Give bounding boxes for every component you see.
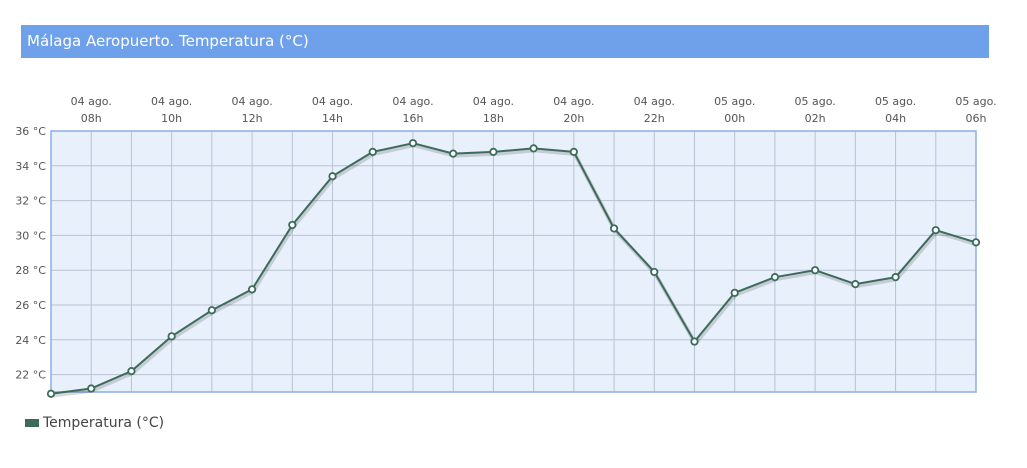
data-point — [609, 224, 619, 233]
x-tick-hour: 14h — [322, 112, 343, 125]
x-tick-date: 04 ago. — [392, 95, 433, 108]
y-tick-label: 34 °C — [15, 160, 46, 173]
x-tick-date: 04 ago. — [634, 95, 675, 108]
temperature-chart: 22 °C 24 °C 26 °C 28 °C 30 °C 32 °C 34 °C 36 °C… — [15, 95, 997, 398]
data-point — [46, 389, 56, 398]
data-point — [368, 147, 377, 156]
x-tick-label: 05 ago. 00h — [714, 95, 755, 125]
x-tick-label: 04 ago. 16h — [392, 95, 433, 125]
y-tick-label: 32 °C — [15, 195, 46, 208]
data-point — [690, 337, 699, 346]
x-tick-label: 05 ago. 04h — [875, 95, 916, 125]
y-tick-label: 36 °C — [15, 125, 46, 138]
x-tick-hour: 06h — [966, 112, 987, 125]
data-point — [167, 332, 176, 341]
data-point — [127, 367, 136, 376]
x-tick-hour: 00h — [724, 112, 745, 125]
data-point — [811, 266, 820, 275]
x-tick-label: 04 ago. 12h — [231, 95, 272, 125]
x-tick-label: 04 ago. 18h — [473, 95, 514, 125]
x-tick-date: 04 ago. — [312, 95, 353, 108]
x-tick-hour: 02h — [805, 112, 826, 125]
x-tick-hour: 12h — [242, 112, 263, 125]
data-point — [247, 285, 257, 294]
y-tick-label: 28 °C — [15, 264, 46, 277]
chart-page: Málaga Aeropuerto. Temperatura (°C) 22 °… — [0, 0, 1027, 468]
x-tick-hour: 08h — [81, 112, 102, 125]
x-tick-date: 04 ago. — [71, 95, 112, 108]
x-tick-date: 04 ago. — [553, 95, 594, 108]
legend[interactable]: Temperatura (°C) — [25, 412, 164, 434]
chart-title: Málaga Aeropuerto. Temperatura (°C) — [27, 32, 309, 50]
legend-swatch-icon — [25, 419, 39, 427]
data-point — [328, 172, 337, 181]
x-tick-date: 05 ago. — [955, 95, 996, 108]
x-tick-label: 04 ago. 10h — [151, 95, 192, 125]
y-tick-label: 24 °C — [15, 334, 46, 347]
chart-title-bar: Málaga Aeropuerto. Temperatura (°C) — [21, 25, 989, 58]
data-point — [931, 226, 940, 235]
x-tick-date: 05 ago. — [875, 95, 916, 108]
data-point — [851, 280, 860, 289]
x-tick-hour: 20h — [563, 112, 584, 125]
data-point — [529, 144, 538, 153]
x-tick-hour: 22h — [644, 112, 665, 125]
x-tick-date: 04 ago. — [473, 95, 514, 108]
data-point — [650, 267, 659, 277]
x-tick-date: 04 ago. — [231, 95, 272, 108]
x-tick-label: 04 ago. 20h — [553, 95, 594, 125]
y-tick-label: 22 °C — [15, 369, 46, 382]
x-tick-label: 04 ago. 22h — [634, 95, 675, 125]
data-point — [730, 288, 739, 297]
x-tick-hour: 10h — [161, 112, 182, 125]
data-point — [87, 384, 96, 393]
legend-label: Temperatura (°C) — [43, 415, 165, 431]
x-tick-hour: 16h — [402, 112, 423, 125]
y-tick-label: 30 °C — [15, 229, 46, 242]
x-tick-label: 04 ago. 08h — [71, 95, 112, 125]
data-point — [408, 139, 418, 148]
x-tick-label: 04 ago. 14h — [312, 95, 353, 125]
x-tick-hour: 04h — [885, 112, 906, 125]
data-point — [971, 238, 981, 247]
data-point — [891, 273, 900, 282]
data-point — [288, 220, 297, 230]
data-point — [569, 147, 578, 156]
x-tick-hour: 18h — [483, 112, 504, 125]
x-tick-label: 05 ago. 02h — [795, 95, 836, 125]
x-tick-date: 05 ago. — [714, 95, 755, 108]
data-point — [489, 147, 498, 156]
x-tick-date: 04 ago. — [151, 95, 192, 108]
data-point — [207, 306, 216, 315]
data-point — [770, 273, 780, 282]
x-tick-label: 05 ago. 06h — [955, 95, 996, 125]
x-tick-date: 05 ago. — [795, 95, 836, 108]
data-point — [449, 149, 458, 158]
plot-background — [51, 131, 976, 392]
y-tick-label: 26 °C — [15, 299, 46, 312]
